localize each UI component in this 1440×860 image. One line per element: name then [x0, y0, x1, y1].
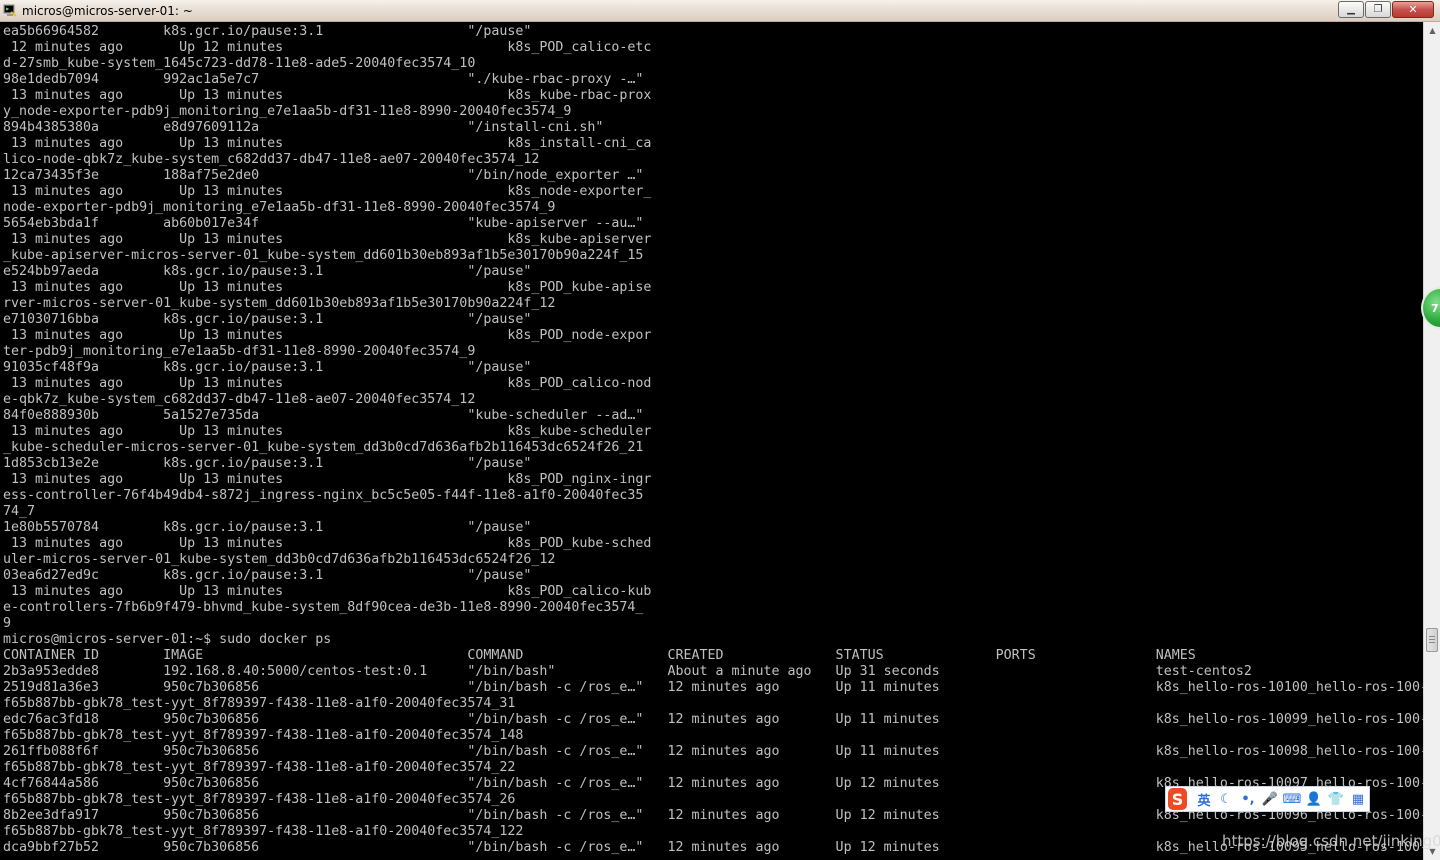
terminal-line: 261ffb088f6f 950c7b306856 "/bin/bash -c …	[3, 744, 1423, 759]
putty-terminal-icon[interactable]	[3, 3, 18, 18]
grid-icon[interactable]: ▦	[1347, 789, 1369, 809]
terminal-line: e-qbk7z_kube-system_c682dd37-db47-11e8-a…	[3, 392, 476, 407]
terminal-line: 5654eb3bda1f ab60b017e34f "kube-apiserve…	[3, 216, 644, 231]
terminal-line: rver-micros-server-01_kube-system_dd601b…	[3, 296, 556, 311]
moon-icon[interactable]: ☾	[1215, 789, 1237, 809]
terminal-line: 12ca73435f3e 188af75e2de0 "/bin/node_exp…	[3, 168, 644, 183]
blog-watermark: https://blog.csdn.net/jinking01	[1222, 832, 1440, 850]
terminal-line: f65b887bb-gbk78_test-yyt_8f789397-f438-1…	[3, 728, 524, 743]
close-button[interactable]: ✕	[1392, 1, 1434, 18]
terminal-line: 84f0e888930b 5a1527e735da "kube-schedule…	[3, 408, 644, 423]
terminal-output[interactable]: ea5b66964582 k8s.gcr.io/pause:3.1 "/paus…	[0, 22, 1423, 860]
terminal-line: ess-controller-76f4b49db4-s872j_ingress-…	[3, 488, 644, 503]
terminal-line: CONTAINER ID IMAGE COMMAND CREATED STATU…	[3, 648, 1196, 663]
terminal-line: e524bb97aeda k8s.gcr.io/pause:3.1 "/paus…	[3, 264, 532, 279]
terminal-text: ea5b66964582 k8s.gcr.io/pause:3.1 "/paus…	[3, 24, 1423, 856]
window-titlebar[interactable]: micros@micros-server-01: ~ ▁ ❐ ✕	[0, 0, 1440, 22]
shirt-icon[interactable]: 👕	[1325, 789, 1347, 809]
minimize-button[interactable]: ▁	[1338, 1, 1364, 18]
terminal-line: 2519d81a36e3 950c7b306856 "/bin/bash -c …	[3, 680, 1423, 695]
terminal-line: 894b4385380a e8d97609112a "/install-cni.…	[3, 120, 604, 135]
terminal-line: 2b3a953edde8 192.168.8.40:5000/centos-te…	[3, 664, 1252, 679]
terminal-line: _kube-apiserver-micros-server-01_kube-sy…	[3, 248, 644, 263]
terminal-line: 13 minutes ago Up 13 minutes k8s_install…	[3, 136, 652, 151]
terminal-line: d-27smb_kube-system_1645c723-dd78-11e8-a…	[3, 56, 476, 71]
terminal-line: 13 minutes ago Up 13 minutes k8s_POD_cal…	[3, 584, 652, 599]
user-icon[interactable]: 👤	[1303, 789, 1325, 809]
terminal-line: 74_7	[3, 504, 36, 519]
window-controls: ▁ ❐ ✕	[1337, 1, 1434, 19]
terminal-line: edc76ac3fd18 950c7b306856 "/bin/bash -c …	[3, 712, 1423, 727]
window-title: micros@micros-server-01: ~	[22, 4, 193, 18]
terminal-line: 13 minutes ago Up 13 minutes k8s_node-ex…	[3, 184, 652, 199]
terminal-line: 91035cf48f9a k8s.gcr.io/pause:3.1 "/paus…	[3, 360, 532, 375]
terminal-line: 13 minutes ago Up 13 minutes k8s_POD_cal…	[3, 376, 652, 391]
scroll-up-button[interactable]: ▲	[1425, 22, 1440, 39]
terminal-line: 98e1dedb7094 992ac1a5e7c7 "./kube-rbac-p…	[3, 72, 644, 87]
terminal-line: f65b887bb-gbk78_test-yyt_8f789397-f438-1…	[3, 824, 524, 839]
ime-toolbar[interactable]: S 英 ☾ •, 🎤 ⌨ 👤 👕 ▦	[1165, 786, 1370, 812]
terminal-line: f65b887bb-gbk78_test-yyt_8f789397-f438-1…	[3, 696, 516, 711]
terminal-line: f65b887bb-gbk78_test-yyt_8f789397-f438-1…	[3, 760, 516, 775]
terminal-line: ea5b66964582 k8s.gcr.io/pause:3.1 "/paus…	[3, 24, 532, 39]
terminal-line: 03ea6d27ed9c k8s.gcr.io/pause:3.1 "/paus…	[3, 568, 532, 583]
sogou-logo-icon[interactable]: S	[1168, 788, 1187, 810]
terminal-line: lico-node-qbk7z_kube-system_c682dd37-db4…	[3, 152, 540, 167]
terminal-line: y_node-exporter-pdb9j_monitoring_e7e1aa5…	[3, 104, 572, 119]
maximize-button[interactable]: ❐	[1365, 1, 1391, 18]
terminal-line: 13 minutes ago Up 13 minutes k8s_kube-sc…	[3, 424, 652, 439]
terminal-line: uler-micros-server-01_kube-system_dd3b0c…	[3, 552, 556, 567]
keyboard-icon[interactable]: ⌨	[1281, 789, 1303, 809]
terminal-line: _kube-scheduler-micros-server-01_kube-sy…	[3, 440, 644, 455]
terminal-line: node-exporter-pdb9j_monitoring_e7e1aa5b-…	[3, 200, 556, 215]
terminal-line: 13 minutes ago Up 13 minutes k8s_kube-ap…	[3, 232, 652, 247]
terminal-line: micros@micros-server-01:~$ sudo docker p…	[3, 632, 332, 647]
terminal-line: e-controllers-7fb6b9f479-bhvmd_kube-syst…	[3, 600, 644, 615]
terminal-line: 9	[3, 616, 12, 631]
terminal-line: 1d853cb13e2e k8s.gcr.io/pause:3.1 "/paus…	[3, 456, 532, 471]
terminal-line: 13 minutes ago Up 13 minutes k8s_POD_kub…	[3, 536, 652, 551]
terminal-line: 13 minutes ago Up 13 minutes k8s_POD_ngi…	[3, 472, 652, 487]
english-mode-icon[interactable]: 英	[1193, 789, 1215, 809]
terminal-line: ter-pdb9j_monitoring_e7e1aa5b-df31-11e8-…	[3, 344, 476, 359]
terminal-line: 12 minutes ago Up 12 minutes k8s_POD_cal…	[3, 40, 652, 55]
punctuation-icon[interactable]: •,	[1237, 789, 1259, 809]
microphone-icon[interactable]: 🎤	[1259, 789, 1281, 809]
terminal-line: e71030716bba k8s.gcr.io/pause:3.1 "/paus…	[3, 312, 532, 327]
vertical-scrollbar[interactable]: ▲ ▼	[1423, 22, 1440, 860]
terminal-line: 13 minutes ago Up 13 minutes k8s_POD_kub…	[3, 280, 652, 295]
scroll-thumb[interactable]	[1426, 628, 1438, 652]
terminal-line: dca9bbf27b52 950c7b306856 "/bin/bash -c …	[3, 840, 1423, 855]
terminal-line: 13 minutes ago Up 13 minutes k8s_POD_nod…	[3, 328, 652, 343]
terminal-line: 1e80b5570784 k8s.gcr.io/pause:3.1 "/paus…	[3, 520, 532, 535]
terminal-line: 13 minutes ago Up 13 minutes k8s_kube-rb…	[3, 88, 652, 103]
